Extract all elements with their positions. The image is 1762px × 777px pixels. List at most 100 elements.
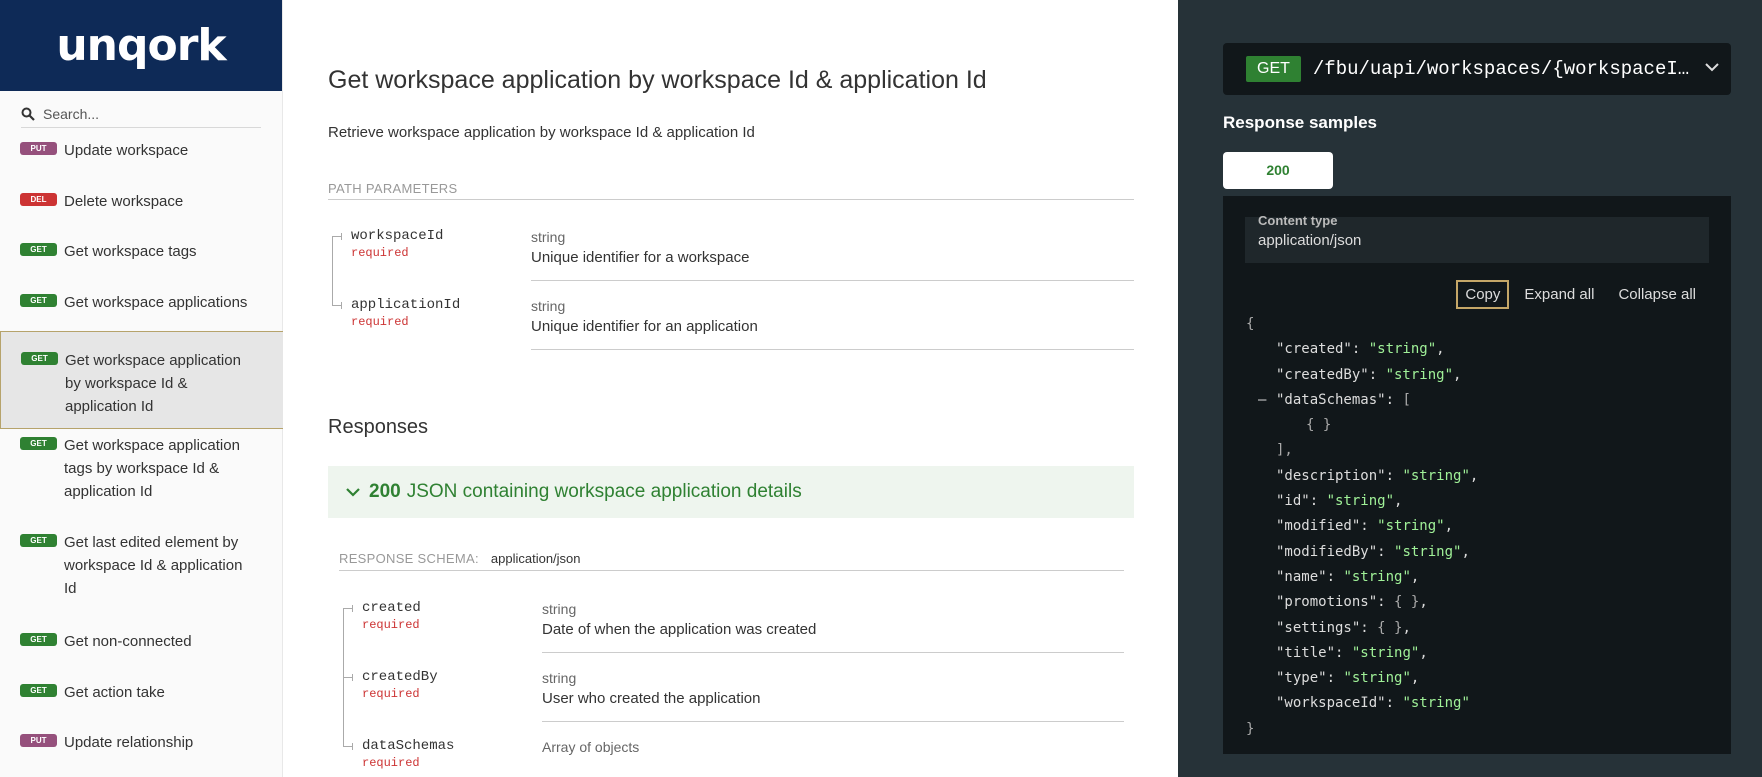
json-line: "created": "string", [1276,341,1445,358]
sidebar-item-label: Get last edited element by workspace Id &… [64,531,242,600]
method-badge: GET [20,534,57,547]
sidebar-item-3[interactable]: GET Get workspace applications [0,282,287,333]
sidebar-item-label: Update workspace [64,142,189,159]
json-key: "dataSchemas" [1276,391,1386,408]
divider [542,652,1124,653]
response-schema-label: RESPONSE SCHEMA: [339,551,479,566]
param-row: created required string Date of when the ap… [339,600,1124,670]
logo[interactable]: unqork [0,0,282,91]
sidebar-item-4[interactable]: GET Get workspace application by workspace… [0,331,287,429]
json-value: "string" [1343,568,1411,585]
page-title: Get workspace application by workspace I… [328,66,987,94]
sidebar-item-label: Get workspace application tags by workspa… [64,434,240,503]
endpoint-path: /fbu/uapi/workspaces/{workspaceI… [1312,58,1690,80]
param-required: required [351,315,409,329]
sidebar-item-0[interactable]: PUT Update workspace [0,130,287,181]
param-description: Unique identifier for an application [531,318,758,335]
json-value: "string" [1351,644,1420,661]
json-value: "string" [1377,518,1445,535]
json-line: "workspaceId": "string" [1276,695,1470,712]
main-content: Get workspace application by workspace I… [283,0,1178,777]
content-type-value: application/json [1258,232,1362,249]
method-badge: GET [20,683,57,697]
json-line: "modified": "string", [1276,518,1454,535]
tree-connector [328,297,342,367]
label-line: application Id [65,398,154,415]
json-key: "title" [1276,644,1336,661]
label-line: tags by workspace Id & [64,460,220,477]
json-line: "title": "string", [1276,644,1428,661]
param-required: required [362,687,420,701]
sidebar-item-9[interactable]: PUT Update relationship [0,722,287,773]
collapse-toggle[interactable]: – [1258,388,1266,413]
json-punct: { [1246,316,1255,332]
collapse-all-button[interactable]: Collapse all [1609,280,1705,309]
path-parameters-header: PATH PARAMETERS [328,181,1134,200]
sidebar-item-2[interactable]: GET Get workspace tags [0,231,287,282]
label-line: by workspace Id & [65,375,188,392]
search-bar[interactable] [21,101,261,128]
json-key: "modifiedBy" [1276,543,1378,560]
content-type-box: Content type application/json [1245,213,1709,263]
copy-button[interactable]: Copy [1456,280,1510,309]
sidebar-item-5[interactable]: GET Get workspace application tags by work… [0,427,287,524]
json-value: "string" [1343,670,1411,687]
method-badge: PUT [20,142,57,155]
json-key: "promotions" [1276,594,1378,611]
json-key: "workspaceId" [1276,695,1386,712]
label-line: workspace Id & application [64,557,243,574]
param-description: Date of when the application was created [542,621,817,638]
divider [531,349,1134,350]
sidebar-item-label: Delete workspace [64,192,184,210]
json-value: "string" [1368,341,1437,358]
response-200-toggle[interactable]: 200 JSON containing workspace applicatio… [328,466,1134,518]
param-name: workspaceId [351,228,444,244]
json-value: "string" [1385,366,1454,383]
tab-200[interactable]: 200 [1223,152,1333,189]
method-badge: GET [20,437,57,450]
json-line: "createdBy": "string", [1276,366,1462,383]
json-line: "id": "string", [1276,493,1403,510]
method-badge: PUT [20,734,57,747]
method-badge: GET [21,352,58,365]
json-line: "name": "string", [1276,568,1420,585]
divider [531,280,1134,281]
json-value: { } [1377,619,1403,636]
param-row: workspaceId required string Unique identifi… [328,228,1134,298]
tree-connector [339,600,353,670]
expand-all-button[interactable]: Expand all [1515,280,1603,309]
json-key: "modified" [1276,518,1361,535]
response-samples-title: Response samples [1223,113,1378,132]
param-row: createdBy required string User who created … [339,669,1124,739]
sidebar-item-label: Get workspace application by workspace Id… [65,349,241,418]
json-line: { [1223,312,1723,337]
param-type: Array of objects [542,739,640,755]
json-line: "modifiedBy": "string", [1276,543,1470,560]
json-line: "settings": { }, [1276,619,1411,636]
sidebar-item-7[interactable]: GET Get non-connected [0,621,287,672]
sidebar-item-label: Get workspace applications [64,293,248,311]
tree-connector [339,738,353,777]
sidebar-item-6[interactable]: GET Get last edited element by workspace I… [0,524,287,621]
param-type: string [531,229,566,245]
json-line: "type": "string", [1276,670,1420,687]
json-key: "description" [1276,467,1386,484]
json-line: ], [1223,438,1723,463]
method-badge: GET [20,633,57,646]
method-badge: DEL [20,192,57,206]
param-required: required [351,246,409,260]
search-input[interactable] [43,106,243,122]
label-line: application Id [64,483,153,500]
response-schema-value: application/json [490,551,581,566]
json-bracket: [ [1402,391,1411,408]
response-schema-header: RESPONSE SCHEMA: application/json [339,551,1124,571]
param-row: applicationId required string Unique identi… [328,297,1134,367]
endpoint-dropdown[interactable]: GET /fbu/uapi/workspaces/{workspaceI… [1223,43,1731,95]
json-punct: } [1246,720,1255,737]
sidebar-item-label: Get workspace tags [64,243,197,260]
json-value: "string" [1394,543,1462,560]
sidebar-item-1[interactable]: DEL Delete workspace [0,181,287,232]
json-line: "promotions": { }, [1276,594,1428,611]
sidebar-item-8[interactable]: GET Get action take [0,672,287,723]
param-name: dataSchemas [362,738,455,754]
